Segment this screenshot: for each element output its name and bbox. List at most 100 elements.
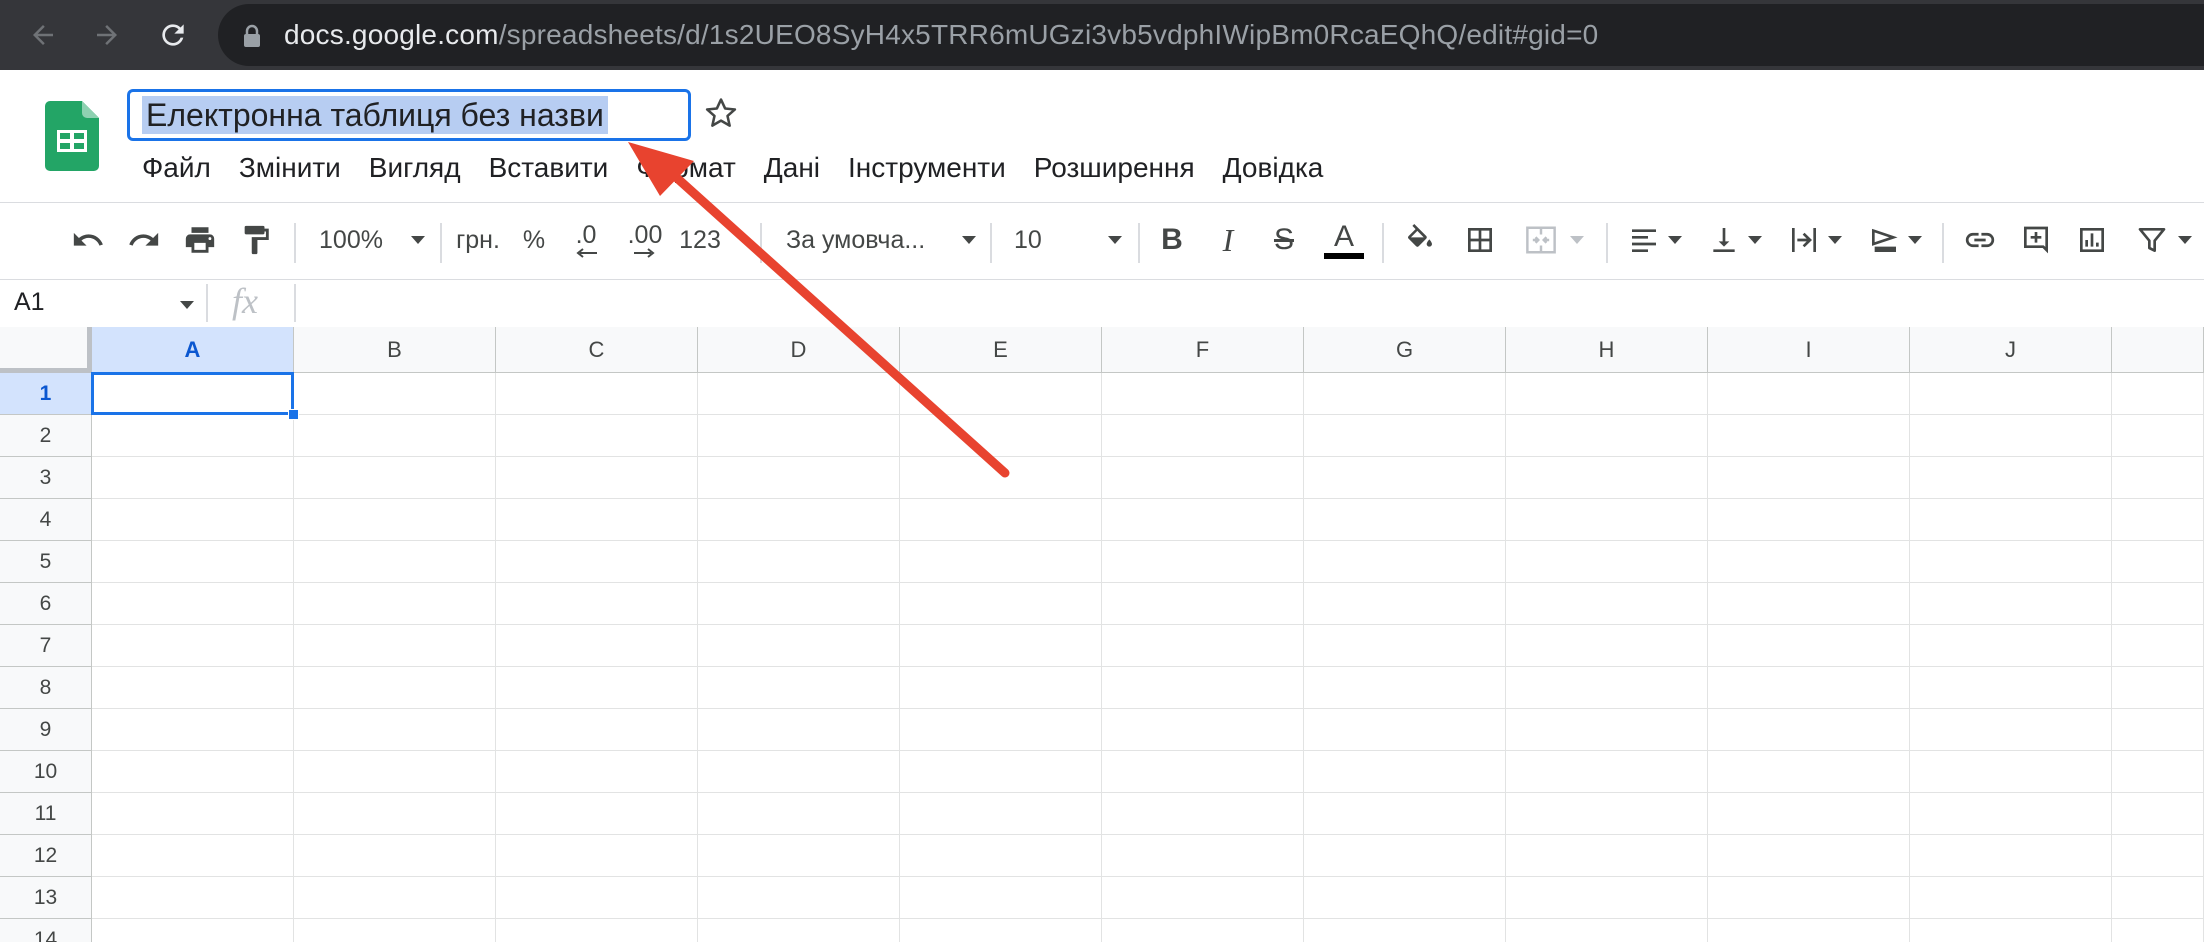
cell-j10[interactable] <box>1910 751 2112 793</box>
cell-overflow-2[interactable] <box>2112 415 2204 457</box>
cell-c2[interactable] <box>496 415 698 457</box>
row-header-8[interactable]: 8 <box>0 667 92 709</box>
cell-c3[interactable] <box>496 457 698 499</box>
row-header-6[interactable]: 6 <box>0 583 92 625</box>
cell-b7[interactable] <box>294 625 496 667</box>
cell-g14[interactable] <box>1304 919 1506 942</box>
cell-h1[interactable] <box>1506 373 1708 415</box>
select-all-corner[interactable] <box>0 327 92 373</box>
cell-d3[interactable] <box>698 457 900 499</box>
cell-d8[interactable] <box>698 667 900 709</box>
cell-d9[interactable] <box>698 709 900 751</box>
cell-b8[interactable] <box>294 667 496 709</box>
cell-a3[interactable] <box>92 457 294 499</box>
column-header-c[interactable]: C <box>496 327 698 373</box>
cell-h13[interactable] <box>1506 877 1708 919</box>
cell-b6[interactable] <box>294 583 496 625</box>
cell-e9[interactable] <box>900 709 1102 751</box>
cell-a7[interactable] <box>92 625 294 667</box>
cell-a13[interactable] <box>92 877 294 919</box>
cell-h2[interactable] <box>1506 415 1708 457</box>
url-text[interactable]: docs.google.com/spreadsheets/d/1s2UEO8Sy… <box>284 18 1598 52</box>
cell-d7[interactable] <box>698 625 900 667</box>
cell-a5[interactable] <box>92 541 294 583</box>
cell-f2[interactable] <box>1102 415 1304 457</box>
cell-b9[interactable] <box>294 709 496 751</box>
cell-h7[interactable] <box>1506 625 1708 667</box>
cell-a12[interactable] <box>92 835 294 877</box>
cell-d6[interactable] <box>698 583 900 625</box>
name-box[interactable]: A1 <box>14 286 45 318</box>
cell-i3[interactable] <box>1708 457 1910 499</box>
cell-e8[interactable] <box>900 667 1102 709</box>
cell-overflow-9[interactable] <box>2112 709 2204 751</box>
menu-view[interactable]: Вигляд <box>355 150 475 190</box>
cell-f3[interactable] <box>1102 457 1304 499</box>
cell-i4[interactable] <box>1708 499 1910 541</box>
cell-g1[interactable] <box>1304 373 1506 415</box>
cell-f13[interactable] <box>1102 877 1304 919</box>
forward-arrow-icon[interactable] <box>82 10 132 60</box>
cell-overflow-4[interactable] <box>2112 499 2204 541</box>
cell-j7[interactable] <box>1910 625 2112 667</box>
active-cell-border[interactable] <box>91 372 294 415</box>
row-header-12[interactable]: 12 <box>0 835 92 877</box>
cell-f7[interactable] <box>1102 625 1304 667</box>
cell-h4[interactable] <box>1506 499 1708 541</box>
insert-chart-icon[interactable] <box>2068 215 2116 265</box>
insert-comment-icon[interactable] <box>2012 215 2060 265</box>
cell-g8[interactable] <box>1304 667 1506 709</box>
cell-d13[interactable] <box>698 877 900 919</box>
menu-insert[interactable]: Вставити <box>475 150 623 190</box>
cell-d12[interactable] <box>698 835 900 877</box>
row-header-2[interactable]: 2 <box>0 415 92 457</box>
cell-i5[interactable] <box>1708 541 1910 583</box>
cell-d11[interactable] <box>698 793 900 835</box>
cell-b4[interactable] <box>294 499 496 541</box>
more-formats-button[interactable]: 123 <box>674 215 726 265</box>
address-bar[interactable]: docs.google.com/spreadsheets/d/1s2UEO8Sy… <box>218 4 2204 66</box>
cell-i14[interactable] <box>1708 919 1910 942</box>
filter-icon[interactable] <box>2124 215 2204 265</box>
increase-decimals-button[interactable]: .00 <box>620 215 670 265</box>
cell-j2[interactable] <box>1910 415 2112 457</box>
cell-j1[interactable] <box>1910 373 2112 415</box>
cell-g11[interactable] <box>1304 793 1506 835</box>
cell-h8[interactable] <box>1506 667 1708 709</box>
cell-g5[interactable] <box>1304 541 1506 583</box>
cell-d5[interactable] <box>698 541 900 583</box>
undo-icon[interactable] <box>64 215 112 265</box>
cell-overflow-11[interactable] <box>2112 793 2204 835</box>
cell-c7[interactable] <box>496 625 698 667</box>
star-outline-icon[interactable] <box>704 96 738 135</box>
column-header-d[interactable]: D <box>698 327 900 373</box>
row-header-10[interactable]: 10 <box>0 751 92 793</box>
cell-f8[interactable] <box>1102 667 1304 709</box>
cell-f12[interactable] <box>1102 835 1304 877</box>
cell-j8[interactable] <box>1910 667 2112 709</box>
cell-d4[interactable] <box>698 499 900 541</box>
cell-overflow-5[interactable] <box>2112 541 2204 583</box>
print-icon[interactable] <box>176 215 224 265</box>
cell-j4[interactable] <box>1910 499 2112 541</box>
cell-overflow-8[interactable] <box>2112 667 2204 709</box>
cell-c13[interactable] <box>496 877 698 919</box>
lock-icon[interactable] <box>242 24 262 53</box>
cell-f5[interactable] <box>1102 541 1304 583</box>
cell-f1[interactable] <box>1102 373 1304 415</box>
cell-b14[interactable] <box>294 919 496 942</box>
menu-format[interactable]: Формат <box>622 150 749 190</box>
cell-i1[interactable] <box>1708 373 1910 415</box>
cell-e12[interactable] <box>900 835 1102 877</box>
row-header-14[interactable]: 14 <box>0 919 92 942</box>
row-header-5[interactable]: 5 <box>0 541 92 583</box>
cell-i9[interactable] <box>1708 709 1910 751</box>
text-wrapping-icon[interactable] <box>1780 215 1850 265</box>
cell-e14[interactable] <box>900 919 1102 942</box>
cell-a8[interactable] <box>92 667 294 709</box>
percent-format-button[interactable]: % <box>516 215 552 265</box>
cell-c6[interactable] <box>496 583 698 625</box>
cell-g13[interactable] <box>1304 877 1506 919</box>
cell-e6[interactable] <box>900 583 1102 625</box>
cell-a2[interactable] <box>92 415 294 457</box>
